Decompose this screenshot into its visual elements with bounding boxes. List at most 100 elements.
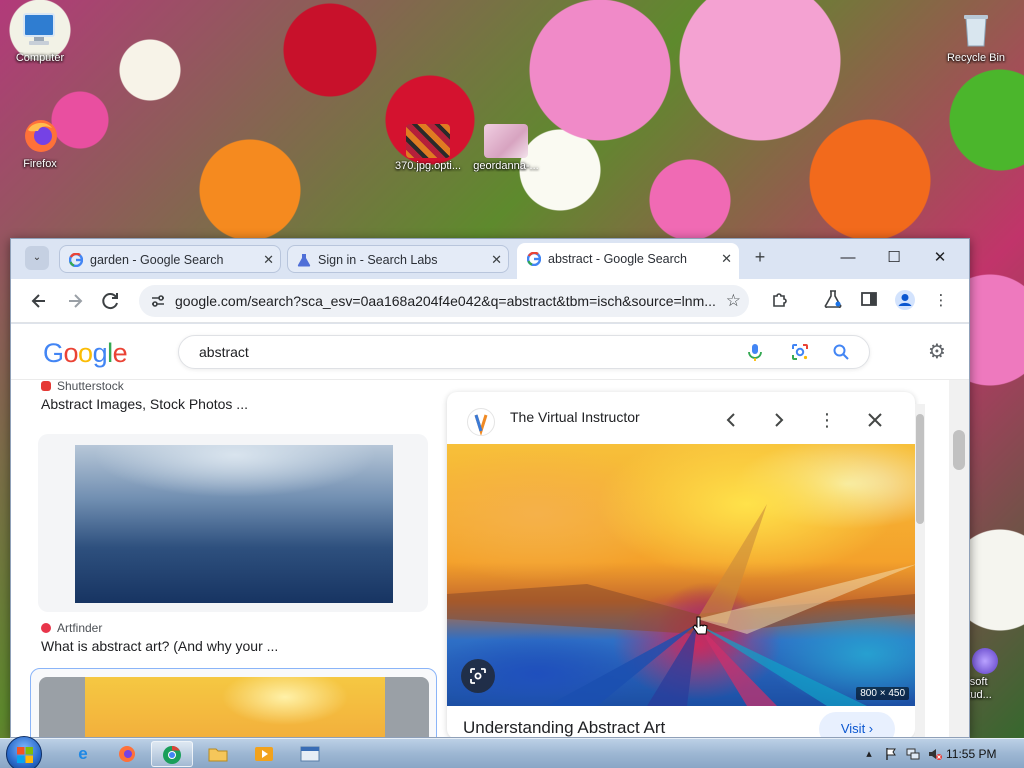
image-preview-panel: The Virtual Instructor ⋮ 800 × 450 Under… <box>447 392 915 737</box>
source-name: Shutterstock <box>57 379 124 393</box>
result-title[interactable]: What is abstract art? (And why your ... <box>41 638 278 654</box>
side-panel-icon[interactable] <box>857 289 881 313</box>
tab-label: garden - Google Search <box>90 253 224 267</box>
taskbar-firefox[interactable] <box>106 741 148 767</box>
image-result-card[interactable] <box>38 434 428 612</box>
close-panel-icon[interactable] <box>861 406 889 434</box>
studio-app-icon <box>972 648 998 674</box>
desktop-icon-recycle-bin[interactable]: Recycle Bin <box>938 10 1014 64</box>
shutterstock-icon <box>41 381 51 391</box>
star-icon[interactable]: ☆ <box>726 285 741 317</box>
address-bar[interactable]: google.com/search?sca_esv=0aa168a204f4e0… <box>139 285 749 317</box>
abstract-art-strokes <box>447 504 915 706</box>
close-icon[interactable]: ✕ <box>263 246 274 272</box>
search-input[interactable]: abstract <box>199 336 249 368</box>
visit-button[interactable]: Visit › <box>819 712 895 737</box>
panel-title[interactable]: Understanding Abstract Art <box>463 718 665 737</box>
chrome-icon <box>163 746 181 764</box>
microphone-icon[interactable] <box>745 342 765 362</box>
source-name: Artfinder <box>57 621 103 635</box>
result-source[interactable]: Shutterstock <box>41 379 124 393</box>
internet-explorer-icon: e <box>78 744 88 763</box>
media-player-icon <box>255 747 273 761</box>
recycle-bin-icon <box>956 10 996 50</box>
forward-button[interactable] <box>62 288 88 314</box>
chevron-left-icon[interactable] <box>717 406 745 434</box>
google-lens-icon[interactable] <box>790 342 810 362</box>
image-result-card-selected[interactable] <box>30 668 437 737</box>
maximize-button[interactable]: ☐ <box>879 245 909 271</box>
desktop-icon-geordanna[interactable]: geordanna-... <box>468 124 544 172</box>
search-box[interactable]: abstract <box>178 335 870 369</box>
start-button[interactable] <box>6 736 42 768</box>
google-logo[interactable]: Google <box>43 338 128 369</box>
browser-window: ⌄ garden - Google Search ✕ Sign in - Sea… <box>10 238 970 738</box>
result-source[interactable]: Artfinder <box>41 621 102 635</box>
logo-letter: g <box>92 338 108 368</box>
reload-button[interactable] <box>98 288 124 314</box>
abstract-thumbnail-art <box>85 677 385 737</box>
taskbar-app[interactable] <box>289 741 331 767</box>
tab-search-button[interactable]: ⌄ <box>25 246 49 270</box>
puzzle-icon[interactable] <box>768 289 792 313</box>
taskbar-clock[interactable]: 11:55 PM <box>946 739 996 768</box>
new-tab-button[interactable]: + <box>748 246 772 270</box>
desktop-icon-label: Computer <box>15 52 65 64</box>
desktop-icon-firefox[interactable]: Firefox <box>2 116 78 170</box>
desktop-icon-370-jpg[interactable]: 370.jpg.opti... <box>390 124 466 172</box>
back-arrow-icon <box>31 294 45 308</box>
taskbar-internet-explorer[interactable]: e <box>62 741 104 767</box>
chevron-right-icon[interactable] <box>765 406 793 434</box>
profile-icon[interactable] <box>893 289 917 313</box>
flask-icon[interactable] <box>821 289 845 313</box>
tune-icon[interactable] <box>149 292 167 310</box>
taskbar-media-player[interactable] <box>243 741 285 767</box>
chevron-up-icon[interactable]: ▴ <box>862 747 876 761</box>
back-button[interactable] <box>26 288 52 314</box>
lens-search-icon[interactable] <box>461 659 495 693</box>
artfinder-icon <box>41 623 51 633</box>
kebab-menu-icon[interactable]: ⋮ <box>929 289 953 313</box>
taskbar-chrome[interactable] <box>151 741 193 767</box>
panel-source-name[interactable]: The Virtual Instructor <box>510 409 640 425</box>
page-scrollbar-thumb[interactable] <box>953 430 965 470</box>
tab-strip: ⌄ garden - Google Search ✕ Sign in - Sea… <box>11 239 969 279</box>
tab-abstract[interactable]: abstract - Google Search ✕ <box>517 243 739 279</box>
volume-muted-icon[interactable] <box>928 747 942 761</box>
panel-scrollbar[interactable] <box>915 404 925 737</box>
window-app-icon <box>300 746 320 762</box>
desktop-icon-computer[interactable]: Computer <box>2 10 78 64</box>
gear-icon[interactable]: ⚙ <box>925 340 949 364</box>
flask-icon <box>297 254 311 267</box>
close-icon[interactable]: ✕ <box>721 244 732 274</box>
desktop-icon-label: Recycle Bin <box>946 52 1006 64</box>
preview-image[interactable]: 800 × 450 <box>447 444 915 706</box>
network-icon[interactable] <box>906 747 920 761</box>
minimize-button[interactable]: — <box>833 245 863 271</box>
google-g-icon <box>69 253 83 267</box>
more-options-icon[interactable]: ⋮ <box>813 406 841 434</box>
result-title[interactable]: Abstract Images, Stock Photos ... <box>41 396 248 412</box>
page-scrollbar[interactable] <box>949 380 969 737</box>
taskbar: e ▴ 11:55 PM <box>0 736 1024 768</box>
url-text[interactable]: google.com/search?sca_esv=0aa168a204f4e0… <box>175 285 720 317</box>
close-window-button[interactable]: ✕ <box>925 245 955 271</box>
logo-letter: e <box>112 338 128 368</box>
result-thumbnail[interactable] <box>75 445 393 603</box>
flag-icon[interactable] <box>884 747 898 761</box>
reload-icon <box>102 293 118 310</box>
logo-letter: o <box>78 338 93 368</box>
logo-letter: o <box>63 338 79 368</box>
tab-garden[interactable]: garden - Google Search ✕ <box>59 245 281 273</box>
system-tray: ▴ 11:55 PM <box>854 739 1024 768</box>
computer-icon <box>20 10 60 50</box>
image-dimensions: 800 × 450 <box>856 687 909 700</box>
result-thumbnail[interactable] <box>39 677 429 737</box>
search-icon[interactable] <box>831 342 851 362</box>
panel-scrollbar-thumb[interactable] <box>916 414 924 524</box>
firefox-icon <box>119 746 135 762</box>
taskbar-file-explorer[interactable] <box>197 741 239 767</box>
tab-search-labs[interactable]: Sign in - Search Labs ✕ <box>287 245 509 273</box>
image-results-list: Shutterstock Abstract Images, Stock Phot… <box>11 379 447 737</box>
close-icon[interactable]: ✕ <box>491 246 502 272</box>
